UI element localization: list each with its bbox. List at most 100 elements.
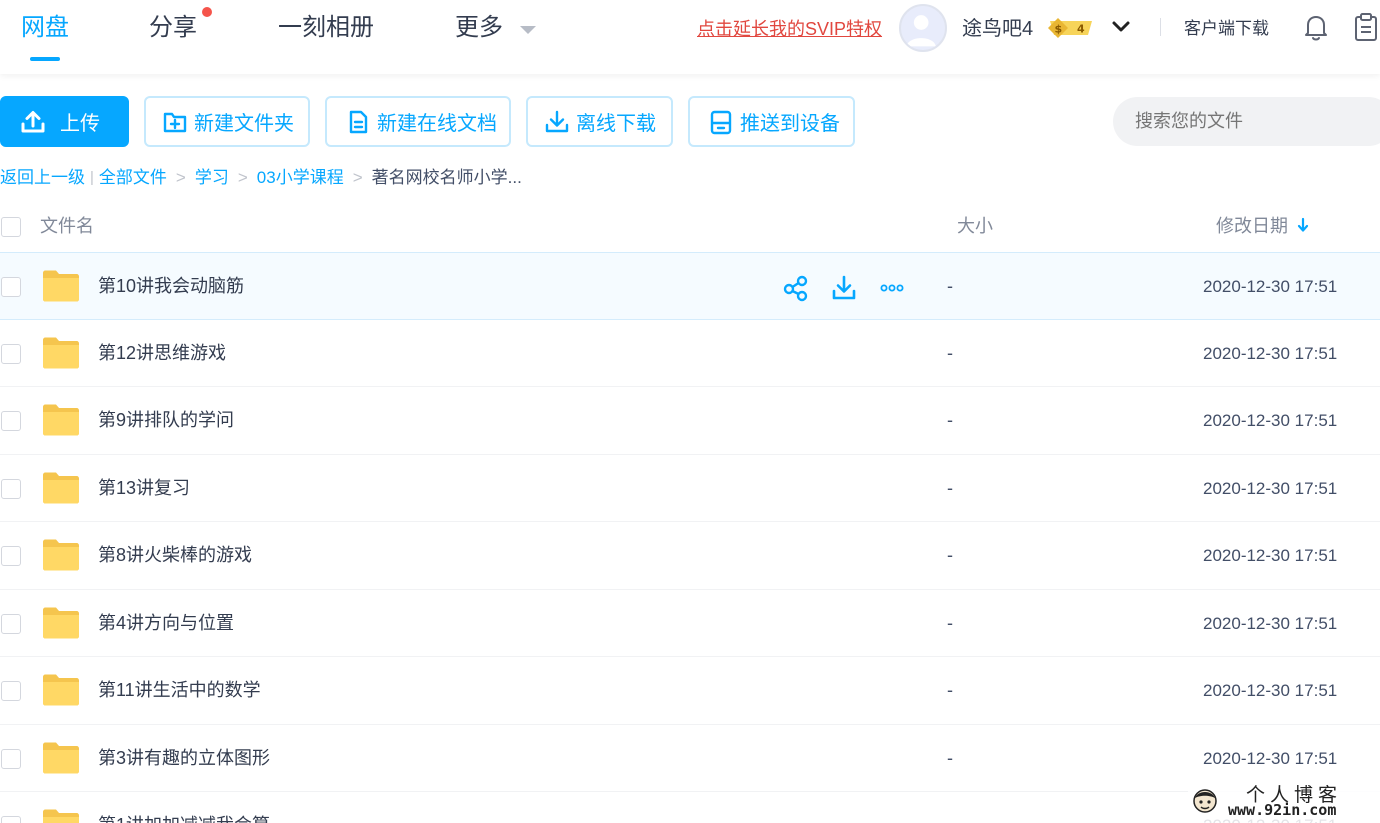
table-row-9[interactable]: 第1讲加加减减我会算 - 2020-12-30 17:51 (0, 792, 1380, 823)
file-name[interactable]: 第9讲排队的学问 (98, 408, 234, 432)
breadcrumb-current: 著名网校名师小学... (371, 168, 522, 187)
table-row-8[interactable]: 第3讲有趣的立体图形 - 2020-12-30 17:51 (0, 725, 1380, 792)
column-size[interactable]: 大小 (957, 214, 993, 238)
file-modified-date: 2020-12-30 17:51 (1203, 411, 1338, 430)
tab-share[interactable]: 分享 (149, 12, 197, 44)
row-checkbox[interactable] (1, 546, 21, 566)
divider (1160, 18, 1161, 36)
doc-icon (349, 110, 368, 133)
file-modified-date: 2020-12-30 17:51 (1203, 478, 1338, 498)
new-folder-icon (163, 112, 187, 132)
file-size: - (947, 813, 953, 823)
file-modified-date: 2020-12-30 17:51 (1203, 613, 1338, 633)
folder-icon (43, 337, 79, 368)
file-size: - (947, 747, 953, 768)
file-modified-date: 2020-12-30 17:51 (1203, 343, 1338, 363)
file-modified-date: 2020-12-30 17:51 (1203, 277, 1338, 296)
caret-down-icon[interactable] (520, 26, 536, 34)
upload-label: 上传 (60, 113, 100, 135)
svip-renew-link[interactable]: 点击延长我的SVIP特权 (697, 17, 882, 41)
row-checkbox[interactable] (1, 277, 21, 297)
chevron-right-icon: > (237, 168, 248, 187)
row-checkbox[interactable] (1, 816, 21, 823)
clipboard-icon[interactable] (1352, 12, 1380, 42)
download-icon (545, 110, 569, 132)
breadcrumb-all-files[interactable]: 全部文件 (99, 167, 167, 189)
file-modified-date: 2020-12-30 17:51 (1203, 748, 1338, 768)
select-all-checkbox[interactable] (1, 217, 21, 237)
tab-more[interactable]: 更多 (455, 12, 503, 44)
download-icon[interactable] (830, 274, 858, 302)
watermark-url: www.92in.com (1228, 801, 1337, 819)
username[interactable]: 途鸟吧4 (962, 16, 1033, 42)
file-modified-date: 2020-12-30 17:51 (1203, 546, 1338, 565)
chevron-right-icon: > (352, 168, 363, 187)
search-input[interactable] (1113, 97, 1380, 146)
new-online-doc-button[interactable]: 新建在线文档 (325, 96, 511, 147)
row-checkbox[interactable] (1, 748, 21, 769)
active-tab-indicator (30, 57, 60, 61)
chevron-down-icon[interactable] (1110, 16, 1132, 38)
table-row-6[interactable]: 第4讲方向与位置 - 2020-12-30 17:51 (0, 590, 1380, 657)
table-row-1[interactable]: 第10讲我会动脑筋 - 2020-12-30 17:51 (0, 252, 1380, 320)
watermark-logo-icon (1193, 789, 1217, 813)
sort-arrow-icon[interactable] (1296, 216, 1310, 234)
file-name[interactable]: 第4讲方向与位置 (98, 611, 234, 635)
upload-button[interactable]: 上传 (0, 96, 129, 147)
row-checkbox[interactable] (1, 478, 21, 499)
column-name[interactable]: 文件名 (40, 214, 94, 238)
top-navigation-bar: 网盘 分享 一刻相册 更多 点击延长我的SVIP特权 途鸟吧4 $ 4 客户端下… (0, 0, 1380, 74)
breadcrumb-divider: | (90, 169, 94, 186)
folder-icon (43, 742, 79, 773)
row-checkbox[interactable] (1, 411, 21, 431)
file-name[interactable]: 第10讲我会动脑筋 (98, 274, 244, 298)
row-checkbox[interactable] (1, 681, 21, 701)
folder-icon (43, 809, 79, 823)
folder-icon (43, 472, 79, 503)
file-name[interactable]: 第11讲生活中的数学 (98, 678, 261, 702)
client-download-link[interactable]: 客户端下载 (1184, 18, 1269, 40)
file-name[interactable]: 第8讲火柴棒的游戏 (98, 543, 252, 567)
table-row-7[interactable]: 第11讲生活中的数学 - 2020-12-30 17:51 (0, 657, 1380, 725)
table-row-5[interactable]: 第8讲火柴棒的游戏 - 2020-12-30 17:51 (0, 522, 1380, 590)
tab-netdisk[interactable]: 网盘 (21, 12, 69, 44)
file-name[interactable]: 第13讲复习 (98, 476, 190, 500)
device-icon (710, 110, 732, 134)
more-icon[interactable] (878, 274, 906, 302)
breadcrumb-primary-course[interactable]: 03小学课程 (257, 167, 344, 189)
table-row-3[interactable]: 第9讲排队的学问 - 2020-12-30 17:51 (0, 387, 1380, 455)
file-size: - (947, 545, 953, 565)
push-to-device-button[interactable]: 推送到设备 (688, 96, 855, 147)
offline-download-button[interactable]: 离线下载 (526, 96, 673, 147)
file-name[interactable]: 第1讲加加减减我会算 (98, 813, 270, 823)
new-doc-label: 新建在线文档 (377, 113, 497, 135)
bell-icon[interactable] (1302, 12, 1330, 42)
upload-icon (21, 110, 45, 132)
table-row-2[interactable]: 第12讲思维游戏 - 2020-12-30 17:51 (0, 320, 1380, 387)
row-checkbox[interactable] (1, 343, 21, 364)
file-size: - (947, 612, 953, 633)
share-icon[interactable] (782, 274, 810, 302)
avatar[interactable] (899, 4, 947, 52)
table-header: 文件名 大小 修改日期 (0, 204, 1380, 252)
breadcrumb: 返回上一级 | 全部文件 > 学习 > 03小学课程 > 著名网校名师小学... (0, 167, 522, 189)
file-name[interactable]: 第3讲有趣的立体图形 (98, 746, 270, 770)
user-avatar-icon (906, 15, 936, 47)
folder-icon (43, 674, 79, 706)
row-checkbox[interactable] (1, 613, 21, 634)
offline-download-label: 离线下载 (576, 113, 656, 135)
svip-level-badge: $ 4 (1046, 17, 1096, 39)
svip-level-icon: $ 4 (1048, 18, 1092, 38)
file-list: 第10讲我会动脑筋 - 2020-12-30 17:51 第12讲思维游戏 - … (0, 252, 1380, 823)
tab-album[interactable]: 一刻相册 (278, 12, 374, 44)
new-folder-button[interactable]: 新建文件夹 (144, 96, 310, 147)
breadcrumb-study[interactable]: 学习 (195, 167, 229, 189)
folder-icon (43, 404, 79, 436)
back-link[interactable]: 返回上一级 (0, 167, 85, 189)
new-folder-label: 新建文件夹 (194, 113, 294, 135)
column-modified[interactable]: 修改日期 (1216, 214, 1288, 238)
table-row-4[interactable]: 第13讲复习 - 2020-12-30 17:51 (0, 455, 1380, 522)
folder-icon (43, 539, 79, 571)
file-size: - (947, 477, 953, 498)
file-name[interactable]: 第12讲思维游戏 (98, 341, 226, 365)
